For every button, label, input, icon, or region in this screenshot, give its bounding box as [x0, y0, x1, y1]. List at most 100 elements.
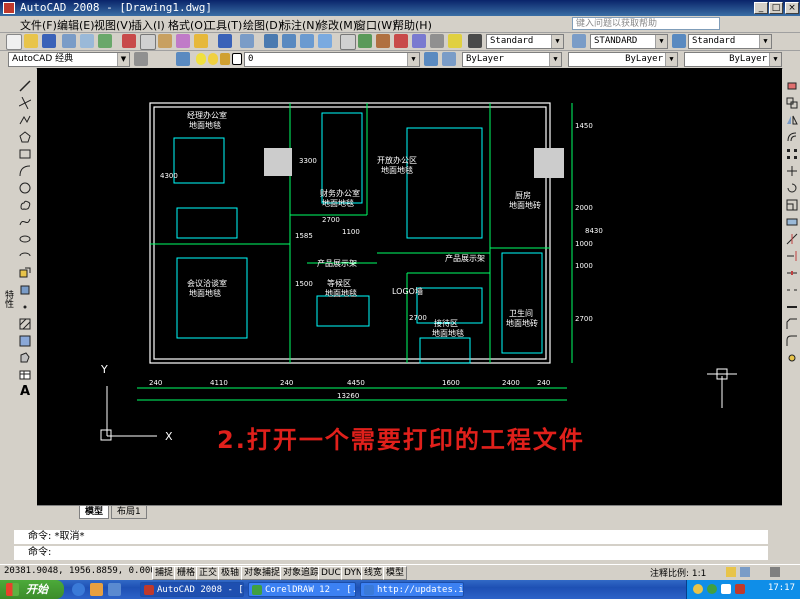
tab-layout1[interactable]: 布局1	[111, 506, 147, 519]
extend-icon[interactable]	[786, 250, 798, 262]
gradient-icon[interactable]	[19, 335, 31, 347]
dim-style-icon[interactable]	[572, 34, 586, 48]
tool-palettes-icon[interactable]	[376, 34, 390, 48]
clean-screen-icon[interactable]	[770, 567, 780, 577]
start-button[interactable]: 开始	[0, 580, 64, 599]
antivirus-icon[interactable]	[735, 584, 745, 594]
layer-select[interactable]: 0 ▼	[244, 52, 420, 67]
rectangle-icon[interactable]	[19, 148, 31, 160]
chamfer-icon[interactable]	[786, 318, 798, 330]
fillet-icon[interactable]	[786, 335, 798, 347]
close-button[interactable]: ×	[785, 2, 799, 14]
layer-manager-icon[interactable]	[176, 52, 190, 66]
text-style-icon[interactable]	[468, 34, 482, 48]
light-bulb-icon[interactable]	[196, 53, 206, 65]
ellipse-icon[interactable]	[19, 233, 31, 245]
toggle-model[interactable]: 模型	[383, 566, 408, 580]
annotation-scale[interactable]: 注释比例: 1:1	[650, 566, 706, 579]
copy-icon[interactable]	[140, 34, 156, 50]
toggle-osnap[interactable]: 对象捕捉	[241, 566, 284, 580]
toggle-snap[interactable]: 捕捉	[152, 566, 177, 580]
plot-icon[interactable]	[62, 34, 76, 48]
calculator-icon[interactable]	[430, 34, 444, 48]
show-desktop-icon[interactable]	[108, 583, 121, 596]
circle-icon[interactable]	[19, 182, 31, 194]
menu-help[interactable]: 帮助(H)	[393, 17, 432, 33]
menu-modify[interactable]: 修改(M)	[317, 17, 357, 33]
lock-icon[interactable]	[726, 567, 736, 577]
table-style-icon[interactable]	[672, 34, 686, 48]
menu-view[interactable]: 视图(V)	[94, 17, 132, 33]
polyline-icon[interactable]	[19, 114, 31, 126]
point-icon[interactable]	[19, 301, 31, 313]
browser-quicklaunch-icon[interactable]	[72, 583, 85, 596]
stretch-icon[interactable]	[786, 216, 798, 228]
menu-edit[interactable]: 编辑(E)	[57, 17, 95, 33]
region-icon[interactable]	[19, 352, 31, 364]
design-center-icon[interactable]	[358, 34, 372, 48]
arc-icon[interactable]	[19, 165, 31, 177]
save-icon[interactable]	[42, 34, 56, 48]
copy-object-icon[interactable]	[786, 97, 798, 109]
polygon-icon[interactable]	[19, 131, 31, 143]
line-icon[interactable]	[19, 80, 31, 92]
task-coreldraw[interactable]: CorelDRAW 12 - [...	[248, 582, 356, 597]
toggle-grid[interactable]: 栅格	[174, 566, 199, 580]
break-icon[interactable]	[786, 284, 798, 296]
quicklaunch-icon[interactable]	[90, 583, 103, 596]
markup-icon[interactable]	[412, 34, 426, 48]
toggle-polar[interactable]: 极轴	[218, 566, 243, 580]
properties-icon[interactable]	[340, 34, 356, 50]
linetype-select[interactable]: ByLayer ▼	[568, 52, 678, 67]
sun-icon[interactable]	[208, 53, 218, 65]
paste-icon[interactable]	[158, 34, 172, 48]
construction-line-icon[interactable]	[19, 97, 31, 109]
open-icon[interactable]	[24, 34, 38, 48]
ellipse-arc-icon[interactable]	[19, 250, 31, 262]
workspace-settings-icon[interactable]	[134, 52, 148, 66]
help-search-input[interactable]: 键入问题以获取帮助	[572, 17, 720, 30]
task-browser[interactable]: http://updates.i...	[360, 582, 464, 597]
undo-icon[interactable]	[218, 34, 232, 48]
tab-model[interactable]: 模型	[79, 506, 110, 519]
block-editor-icon[interactable]	[194, 34, 208, 48]
explode-icon[interactable]	[786, 352, 798, 364]
lock-icon[interactable]	[220, 53, 230, 65]
autocad-app-icon[interactable]	[3, 2, 15, 14]
match-properties-icon[interactable]	[176, 34, 190, 48]
trim-icon[interactable]	[786, 233, 798, 245]
break-at-point-icon[interactable]	[786, 267, 798, 279]
array-icon[interactable]	[786, 148, 798, 160]
mirror-icon[interactable]	[786, 114, 798, 126]
minimize-button[interactable]: _	[754, 2, 768, 14]
lineweight-select[interactable]: ByLayer ▼	[684, 52, 782, 67]
zoom-previous-icon[interactable]	[318, 34, 332, 48]
rotate-icon[interactable]	[786, 182, 798, 194]
menu-insert[interactable]: 插入(I)	[131, 17, 165, 33]
move-icon[interactable]	[786, 165, 798, 177]
drawing-area[interactable]: 经理办公室 地面地毯 财务办公室 地面地毯 开放办公区 地面地毯 厨房 地面地砖…	[37, 68, 782, 505]
toggle-ortho[interactable]: 正交	[196, 566, 221, 580]
command-input[interactable]: 命令:	[14, 546, 768, 560]
scale-icon[interactable]	[786, 199, 798, 211]
help-icon[interactable]	[448, 34, 462, 48]
menu-tools[interactable]: 工具(T)	[205, 17, 242, 33]
erase-icon[interactable]	[786, 80, 798, 92]
hatch-icon[interactable]	[19, 318, 31, 330]
color-select[interactable]: ByLayer ▼	[462, 52, 562, 67]
dim-style-select[interactable]: STANDARD ▼	[590, 34, 668, 49]
task-autocad[interactable]: AutoCAD 2008 - [...	[140, 582, 244, 597]
toggle-lineweight[interactable]: 线宽	[361, 566, 386, 580]
menu-dimension[interactable]: 标注(N)	[280, 17, 319, 33]
sheet-set-icon[interactable]	[394, 34, 408, 48]
workspace-select[interactable]: AutoCAD 经典 ▼	[8, 52, 130, 67]
new-icon[interactable]	[6, 34, 22, 50]
tray-icon[interactable]	[693, 584, 703, 594]
redo-icon[interactable]	[240, 34, 254, 48]
table-icon[interactable]	[19, 369, 31, 381]
zoom-realtime-icon[interactable]	[282, 34, 296, 48]
layer-previous-icon[interactable]	[442, 52, 456, 66]
multiline-text-icon[interactable]: A	[20, 384, 30, 399]
communication-center-icon[interactable]	[740, 567, 750, 577]
tray-icon[interactable]	[707, 584, 717, 594]
